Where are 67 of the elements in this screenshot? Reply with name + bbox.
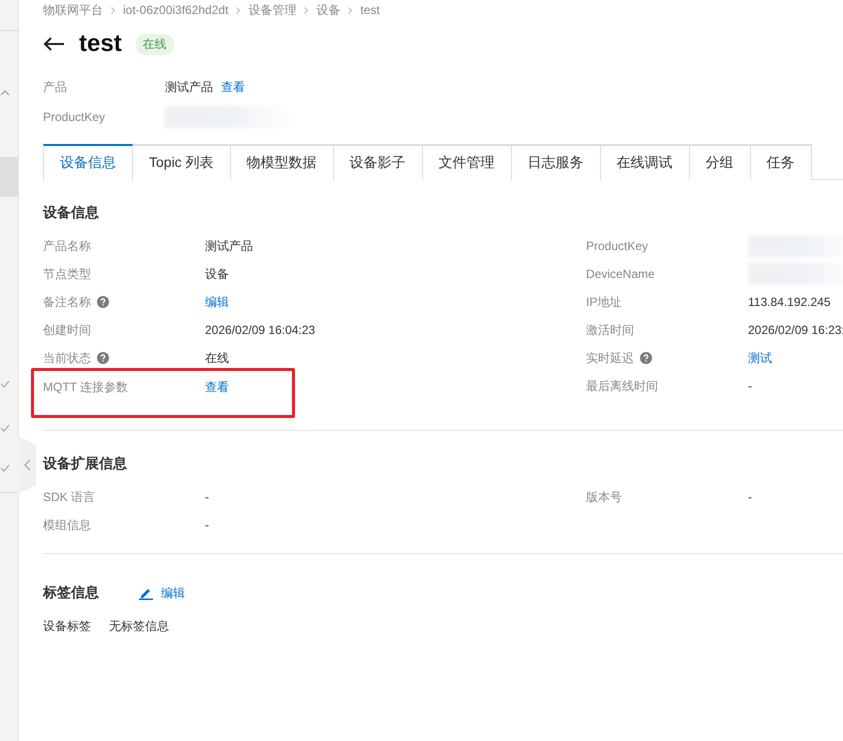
help-icon[interactable] — [97, 296, 109, 308]
detail-link[interactable]: 查看 — [205, 379, 229, 396]
back-arrow-icon[interactable] — [43, 36, 65, 52]
help-icon[interactable] — [640, 352, 652, 364]
detail-link[interactable]: 编辑 — [205, 294, 229, 310]
breadcrumb-item[interactable]: test — [360, 3, 380, 17]
check-icon — [0, 424, 10, 432]
field-label: 最后离线时间 — [586, 378, 658, 394]
field-label: MQTT 连接参数 — [43, 379, 128, 396]
field-value: 测试产品 — [205, 238, 253, 254]
check-icon — [0, 380, 10, 388]
field-label: 产品名称 — [43, 238, 91, 254]
help-icon[interactable] — [97, 352, 109, 364]
field-value: 设备 — [205, 266, 229, 282]
chevron-right-icon — [304, 6, 308, 14]
section-title: 设备扩展信息 — [43, 455, 128, 473]
field-value: 测试产品 — [165, 79, 213, 96]
field-label: 备注名称 — [43, 294, 91, 310]
breadcrumb-item[interactable]: 物联网平台 — [43, 3, 103, 17]
field-value: - — [748, 490, 752, 504]
field-value: 无标签信息 — [109, 618, 169, 635]
chevron-left-icon — [24, 459, 30, 471]
pencil-icon — [139, 586, 153, 600]
tab[interactable]: 物模型数据 — [230, 144, 334, 180]
tab[interactable]: 分组 — [690, 144, 751, 180]
detail-link[interactable]: 测试 — [748, 350, 772, 366]
tab[interactable]: 日志服务 — [512, 144, 601, 180]
field-label: 当前状态 — [43, 350, 91, 366]
field-label: 节点类型 — [43, 266, 91, 282]
tab[interactable]: 文件管理 — [422, 144, 512, 180]
tab[interactable]: 设备影子 — [334, 144, 423, 180]
tab[interactable]: Topic 列表 — [133, 144, 231, 180]
field-value: - — [205, 490, 209, 504]
field-label: SDK 语言 — [43, 488, 96, 506]
page-title: test — [79, 30, 122, 58]
edit-link[interactable]: 编辑 — [139, 584, 185, 602]
field-value: - — [748, 379, 752, 393]
chevron-right-icon — [348, 6, 352, 14]
breadcrumb-item[interactable]: 设备管理 — [248, 3, 296, 17]
field-label: 创建时间 — [43, 322, 91, 338]
chevron-right-icon — [111, 6, 115, 14]
breadcrumb-item[interactable]: iot-06z00i3f62hd2dt — [123, 3, 228, 17]
tab[interactable]: 任务 — [750, 144, 812, 180]
field-value: 113.84.192.245 — [748, 295, 831, 309]
section-title: 标签信息 — [43, 584, 99, 602]
status-badge: 在线 — [136, 34, 174, 54]
breadcrumb-item[interactable]: 设备 — [316, 3, 340, 17]
field-label: 实时延迟 — [586, 350, 634, 366]
field-label: ProductKey — [586, 239, 648, 253]
chevron-right-icon — [236, 6, 240, 14]
field-label: 模组信息 — [43, 516, 91, 534]
field-label: DeviceName — [586, 267, 655, 281]
section-title: 设备信息 — [43, 204, 100, 222]
view-link[interactable]: 查看 — [221, 79, 245, 96]
field-label: 设备标签 — [43, 618, 91, 635]
field-value: 在线 — [205, 350, 229, 366]
check-icon — [0, 464, 10, 472]
field-label: IP地址 — [586, 294, 622, 310]
field-label: ProductKey — [43, 110, 106, 124]
chevron-up-icon[interactable] — [0, 90, 10, 96]
field-label: 产品 — [43, 79, 68, 96]
field-label: 激活时间 — [586, 322, 634, 338]
field-value: - — [205, 518, 209, 532]
tab[interactable]: 设备信息 — [43, 144, 133, 180]
field-label: 版本号 — [586, 488, 622, 506]
tab[interactable]: 在线调试 — [600, 144, 690, 180]
field-value: 2026/02/09 16:04:23 — [205, 323, 316, 337]
